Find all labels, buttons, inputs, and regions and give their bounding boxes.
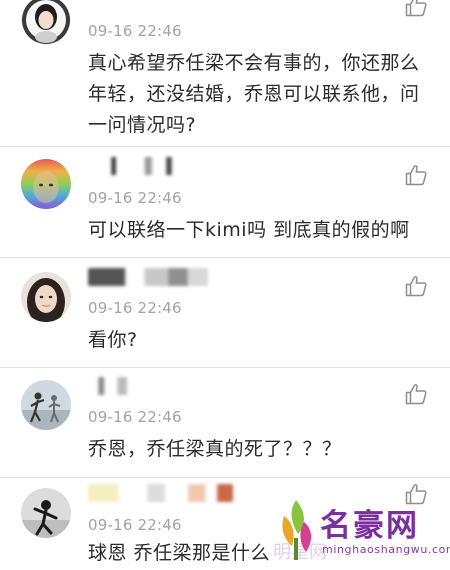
comment-time: 09-16 22:46 — [88, 189, 182, 207]
username-blurred — [88, 157, 178, 175]
comment-item: 09-16 22:46 真心希望乔任梁不会有事的，你还那么年轻，还没结婚，乔恩可… — [0, 0, 450, 146]
username-blurred — [88, 377, 183, 395]
thumbs-up-icon[interactable] — [404, 0, 428, 18]
avatar[interactable] — [21, 159, 71, 209]
username-blurred — [88, 268, 208, 286]
comment-time: 09-16 22:46 — [88, 408, 182, 426]
comment-time: 09-16 22:46 — [88, 22, 182, 40]
thumbs-up-icon[interactable] — [404, 482, 428, 506]
username-blurred — [88, 484, 233, 502]
comment-item: 09-16 22:46 看你? — [0, 258, 450, 367]
comment-text: 真心希望乔任梁不会有事的，你还那么年轻，还没结婚，乔恩可以联系他，问一问情况吗? — [88, 52, 420, 136]
avatar[interactable] — [21, 0, 71, 45]
comment-item: 09-16 22:46 可以联络一下kimi吗 到底真的假的啊 — [0, 147, 450, 257]
avatar[interactable] — [21, 272, 71, 322]
comment-text: 乔恩，乔任梁真的死了？？？ — [88, 438, 342, 460]
thumbs-up-icon[interactable] — [404, 382, 428, 406]
comment-text: 可以联络一下kimi吗 到底真的假的啊 — [88, 219, 410, 241]
avatar[interactable] — [21, 488, 71, 538]
comment-text: 球恩 乔任梁那是什么 — [88, 542, 271, 564]
comment-time: 09-16 22:46 — [88, 299, 182, 317]
thumbs-up-icon[interactable] — [404, 163, 428, 187]
comment-time: 09-16 22:46 — [88, 516, 182, 534]
avatar[interactable] — [21, 380, 71, 430]
comment-item: 09-16 22:46 乔恩，乔任梁真的死了？？？ — [0, 368, 450, 477]
comment-text: 看你? — [88, 329, 138, 351]
thumbs-up-icon[interactable] — [404, 274, 428, 298]
comment-item: 09-16 22:46 球恩 乔任梁那是什么 — [0, 478, 450, 570]
